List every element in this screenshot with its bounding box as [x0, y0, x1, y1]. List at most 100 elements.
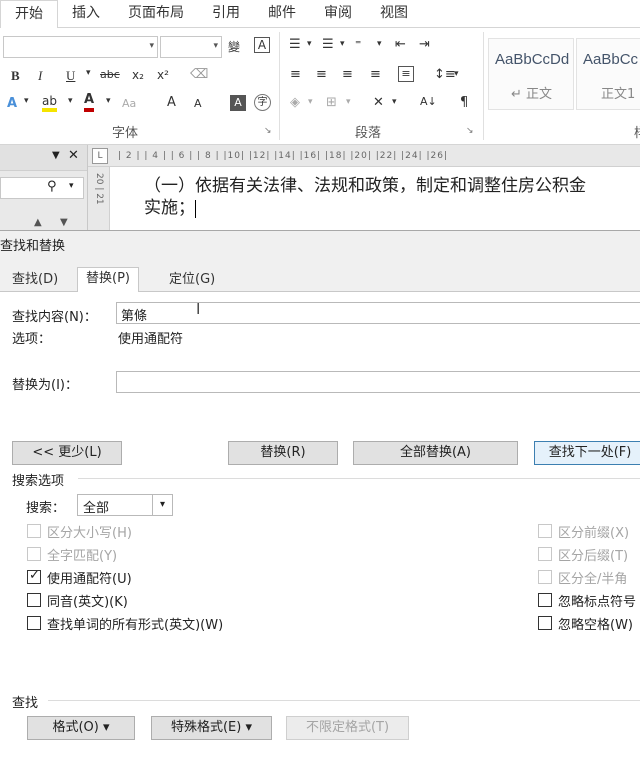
ignore-punct-checkbox[interactable] — [538, 593, 552, 607]
decrease-indent-icon[interactable]: ⇤ — [395, 37, 406, 52]
tab-mailings[interactable]: 邮件 — [254, 0, 310, 27]
style-name: 正文1 — [601, 87, 636, 102]
replace-input[interactable] — [116, 371, 640, 393]
close-icon[interactable]: ✕ — [68, 148, 79, 163]
phonetic-guide-icon[interactable]: 變 — [228, 38, 240, 55]
tab-review[interactable]: 审阅 — [310, 0, 366, 27]
dialog-launcher-icon[interactable]: ↘ — [264, 126, 272, 136]
clear-format-icon[interactable]: ⌫ — [190, 67, 208, 82]
chevron-down-icon[interactable]: ▾ — [86, 68, 91, 78]
numbering-icon[interactable]: ☰ — [322, 37, 334, 52]
show-marks-icon[interactable]: ¶ — [460, 95, 468, 110]
borders-icon[interactable]: ⊞ — [326, 95, 337, 110]
justify-icon[interactable]: ≡ — [370, 67, 381, 82]
style-normal1[interactable]: AaBbCc 正文1 — [576, 38, 640, 110]
chevron-down-icon[interactable]: ▾ — [346, 97, 351, 107]
strikethrough-button[interactable]: abc — [100, 68, 120, 81]
special-button[interactable]: 特殊格式(E) ▾ — [151, 716, 272, 740]
subscript-button[interactable]: x₂ — [132, 68, 144, 82]
chevron-down-icon[interactable]: ▼ — [52, 150, 60, 161]
document-text[interactable]: （一）依据有关法律、法规和政策，制定和调整住房公积金 实施； — [144, 175, 640, 219]
line-spacing-icon[interactable]: ↕≡ — [434, 67, 456, 82]
doc-line: （一）依据有关法律、法规和政策，制定和调整住房公积金 — [144, 176, 586, 196]
match-suffix-checkbox[interactable] — [538, 547, 552, 561]
sounds-like-checkbox[interactable] — [27, 593, 41, 607]
align-left-icon[interactable]: ≡ — [290, 67, 301, 82]
replace-button[interactable]: 替换(R) — [228, 441, 338, 465]
search-direction-select[interactable]: 全部 ▾ — [77, 494, 173, 516]
whole-word-checkbox[interactable] — [27, 547, 41, 561]
font-color-icon[interactable]: A — [84, 92, 95, 112]
tab-find[interactable]: 查找(D) — [4, 269, 66, 292]
chevron-down-icon[interactable]: ▾ — [152, 495, 172, 515]
tab-references[interactable]: 引用 — [198, 0, 254, 27]
replace-all-button[interactable]: 全部替换(A) — [353, 441, 518, 465]
font-size-combo[interactable]: ▾ — [160, 36, 222, 58]
chevron-down-icon[interactable]: ▾ — [24, 96, 29, 106]
font-name-combo[interactable]: ▾ — [3, 36, 158, 58]
grow-font-button[interactable]: A — [167, 95, 176, 110]
sort-icon[interactable]: A↓ — [420, 95, 437, 108]
tab-insert[interactable]: 插入 — [58, 0, 114, 27]
chevron-down-icon[interactable]: ▾ — [377, 39, 382, 49]
italic-button[interactable]: I — [38, 68, 42, 84]
ignore-space-checkbox[interactable] — [538, 616, 552, 630]
styles-group-label: 样 — [634, 122, 640, 141]
less-button[interactable]: << 更少(L) — [12, 441, 122, 465]
chevron-down-icon[interactable]: ▾ — [106, 96, 111, 106]
underline-button[interactable]: U — [66, 68, 75, 84]
tab-replace[interactable]: 替换(P) — [77, 267, 139, 293]
wildcards-checkbox[interactable]: ✓ — [27, 568, 41, 584]
bullets-icon[interactable]: ☰ — [289, 37, 301, 52]
distributed-icon[interactable]: ≡ — [398, 66, 414, 82]
char-shading-icon[interactable]: A — [230, 95, 246, 111]
text-effects-icon[interactable]: A — [7, 96, 17, 111]
match-width-checkbox[interactable] — [538, 570, 552, 584]
tab-home[interactable]: 开始 — [0, 0, 58, 29]
align-right-icon[interactable]: ≡ — [342, 67, 353, 82]
horizontal-ruler[interactable]: L | 2 | | 4 | | 6 | | 8 | |10| |12| |14|… — [88, 145, 640, 167]
increase-indent-icon[interactable]: ⇥ — [419, 37, 430, 52]
find-next-button[interactable]: 查找下一处(F) — [534, 441, 640, 465]
highlight-icon[interactable]: ab — [42, 94, 57, 112]
chevron-down-icon[interactable]: ▾ — [69, 181, 74, 191]
tab-view[interactable]: 视图 — [366, 0, 422, 27]
bold-button[interactable]: B — [11, 68, 20, 84]
char-border-icon[interactable]: A — [254, 37, 270, 53]
change-case-button[interactable]: Aa — [122, 97, 136, 110]
style-normal[interactable]: AaBbCcDd ↵ 正文 — [488, 38, 574, 110]
text-cursor — [195, 199, 196, 218]
style-sample: AaBbCcDd — [495, 51, 570, 68]
multilevel-list-icon[interactable]: ⁼ — [355, 37, 361, 51]
find-input[interactable]: 第條 — [116, 302, 640, 324]
chevron-down-icon[interactable]: ▾ — [392, 97, 397, 107]
chevron-down-icon[interactable]: ▾ — [68, 96, 73, 106]
tab-page-layout[interactable]: 页面布局 — [114, 0, 198, 27]
match-case-checkbox[interactable] — [27, 524, 41, 538]
tab-stop-selector[interactable]: L — [92, 148, 108, 164]
match-prefix-checkbox[interactable] — [538, 524, 552, 538]
shading-icon[interactable]: ◈ — [290, 95, 300, 110]
no-formatting-button[interactable]: 不限定格式(T) — [286, 716, 409, 740]
scroll-down-icon[interactable]: ▼ — [60, 217, 68, 228]
dialog-launcher-icon[interactable]: ↘ — [466, 126, 474, 136]
chevron-down-icon[interactable]: ▾ — [308, 97, 313, 107]
document-area[interactable]: L | 2 | | 4 | | 6 | | 8 | |10| |12| |14|… — [88, 145, 640, 230]
tab-goto[interactable]: 定位(G) — [161, 269, 223, 292]
whole-word-label: 全字匹配(Y) — [47, 549, 118, 564]
format-button[interactable]: 格式(O) ▾ — [27, 716, 135, 740]
chevron-down-icon[interactable]: ▾ — [307, 39, 312, 49]
align-center-icon[interactable]: ≡ — [316, 67, 327, 82]
divider — [279, 32, 280, 140]
superscript-button[interactable]: x² — [157, 68, 169, 82]
enclose-char-icon[interactable]: 字 — [254, 94, 271, 111]
chevron-down-icon[interactable]: ▾ — [340, 39, 345, 49]
all-word-forms-checkbox[interactable] — [27, 616, 41, 630]
search-icon[interactable]: ⚲ — [47, 179, 57, 194]
scroll-up-icon[interactable]: ▲ — [34, 217, 42, 228]
nav-search-input[interactable]: ⚲ ▾ — [0, 177, 84, 199]
vruler-marks: 20 | 21 — [94, 173, 104, 205]
chevron-down-icon[interactable]: ▾ — [454, 69, 459, 79]
shrink-font-button[interactable]: A — [194, 97, 202, 110]
asian-layout-icon[interactable]: ✕ — [373, 95, 384, 110]
